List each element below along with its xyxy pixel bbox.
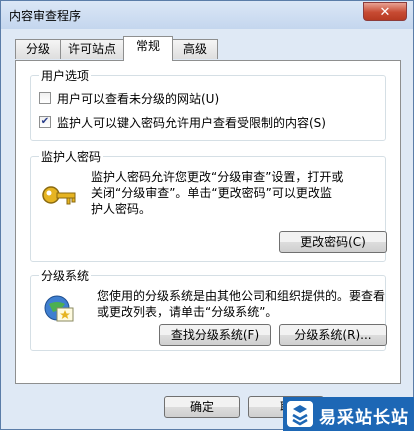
watermark-logo-icon [287,401,313,427]
supervisor-override-checkbox[interactable]: ✔ [39,116,51,128]
unrated-sites-option[interactable]: 用户可以查看未分级的网站(U) [39,90,219,106]
description-line: 监护人密码允许您更改“分级审查”设置，打开或 [91,170,344,184]
user-options-group: 用户选项 用户可以查看未分级的网站(U) ✔ 监护人可以键入密码允许用户查看受限… [30,67,386,141]
supervisor-password-description: 监护人密码允许您更改“分级审查”设置，打开或 关闭“分级审查”。单击“更改密码”… [91,169,343,217]
supervisor-override-label: 监护人可以键入密码允许用户查看受限制的内容(S) [57,115,326,130]
supervisor-password-group: 监护人密码 监护人密码允许您更改“分级审查”设置，打开或 关闭“分级审查”。单击… [30,148,387,262]
tab-panel-general: 用户选项 用户可以查看未分级的网站(U) ✔ 监护人可以键入密码允许用户查看受限… [15,60,401,384]
description-line: 您使用的分级系统是由其他公司和组织提供的。要查看 [97,289,386,303]
key-icon [42,186,76,205]
group-label: 监护人密码 [39,148,104,165]
tab-advanced[interactable]: 高级 [172,39,218,59]
group-label: 分级系统 [39,267,92,284]
window-title: 内容审查程序 [9,9,82,23]
tab-approved-sites[interactable]: 许可站点 [60,39,124,59]
certificate-icon [44,295,74,322]
find-rating-systems-button[interactable]: 查找分级系统(F) [159,324,271,346]
description-line: 关闭“分级审查”。单击“更改密码”可以更改监 [91,186,332,200]
unrated-sites-checkbox[interactable] [39,92,51,104]
close-button[interactable]: ✕ [363,2,407,21]
description-line: 护人密码。 [91,202,152,216]
supervisor-override-option[interactable]: ✔ 监护人可以键入密码允许用户查看受限制的内容(S) [39,114,326,130]
rating-systems-button[interactable]: 分级系统(R)... [279,324,387,346]
tab-ratings[interactable]: 分级 [15,39,61,59]
rating-systems-description: 您使用的分级系统是由其他公司和组织提供的。要查看 或更改列表，请单击“分级系统”… [97,288,385,320]
title-bar[interactable]: 内容审查程序 ✕ [1,1,413,29]
description-line: 或更改列表，请单击“分级系统”。 [97,305,278,319]
group-label: 用户选项 [39,67,92,84]
ok-button[interactable]: 确定 [164,396,240,418]
watermark-text: 易采站长站 [319,408,409,428]
tab-general[interactable]: 常规 [123,36,173,61]
watermark-banner: 易采站长站 [283,397,414,431]
rating-systems-group: 分级系统 您使用的分级系统是由其他公司和组织提供的。要查看 或更改列表，请单击“… [30,267,387,351]
dialog-window: 内容审查程序 ✕ 分级 许可站点 常规 高级 用户选项 用户可以查看未分级的网站… [0,0,414,431]
unrated-sites-label: 用户可以查看未分级的网站(U) [57,91,220,106]
change-password-button[interactable]: 更改密码(C) [279,231,387,253]
